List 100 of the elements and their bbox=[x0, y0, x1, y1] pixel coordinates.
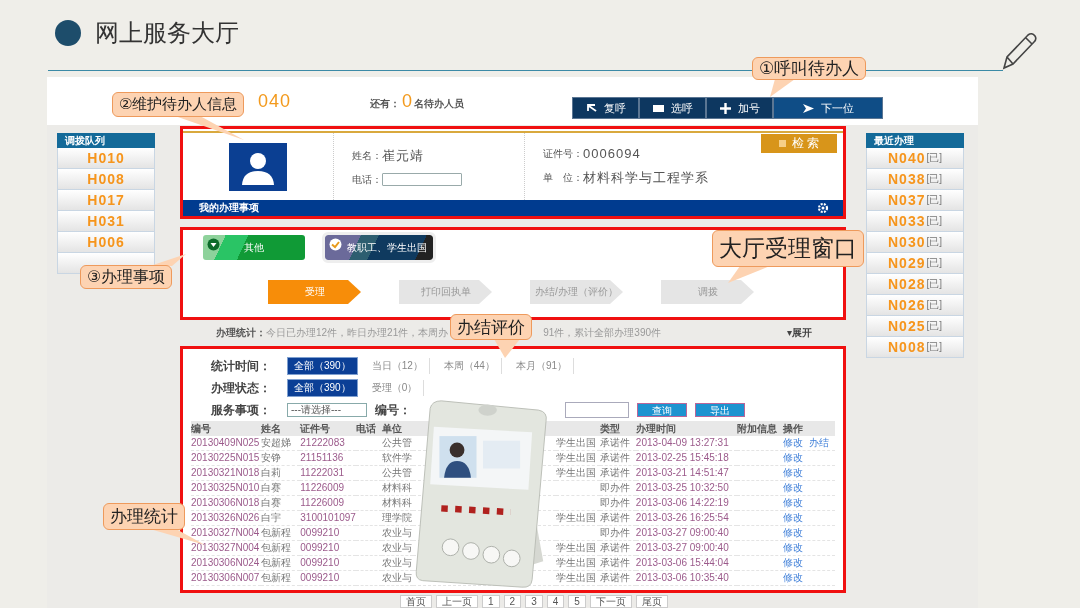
table-cell: 11222031 bbox=[300, 467, 345, 478]
done-tag: [已] bbox=[926, 277, 942, 291]
table-cell: 20130306N018 bbox=[191, 497, 260, 508]
item-code: N025 bbox=[888, 318, 926, 334]
action-link[interactable]: 修改 bbox=[782, 527, 803, 538]
table-cell: 20130321N018 bbox=[191, 467, 260, 478]
done-tag: [已] bbox=[926, 214, 942, 228]
process-step[interactable]: 调拨 bbox=[661, 280, 754, 304]
table-cell: 农业与 bbox=[381, 572, 412, 583]
call-button[interactable]: 选呼 bbox=[639, 97, 706, 119]
action-link[interactable]: 修改 bbox=[782, 512, 803, 523]
action-link[interactable]: 修改 bbox=[782, 452, 803, 463]
phone-field[interactable] bbox=[382, 173, 462, 186]
action-link[interactable]: 修改 bbox=[782, 437, 803, 448]
call-button[interactable]: 加号 bbox=[706, 97, 773, 119]
matter-tile[interactable]: 教职工、学生出国 bbox=[325, 235, 433, 260]
table-cell: 0099210 bbox=[300, 572, 340, 583]
done-tag: [已] bbox=[926, 151, 942, 165]
filter-chip[interactable]: 本月（91） bbox=[509, 358, 575, 374]
table-cell: 20130327N004 bbox=[191, 542, 260, 553]
slide-title: 网上服务大厅 bbox=[95, 17, 239, 48]
action-link[interactable]: 修改 bbox=[782, 482, 803, 493]
table-cell: 承诺件 bbox=[600, 557, 631, 568]
table-cell: 2013-03-25 10:32:50 bbox=[635, 482, 729, 493]
table-cell: 安铮 bbox=[260, 452, 281, 463]
recent-header: 最近办理 bbox=[866, 133, 964, 148]
number-field[interactable] bbox=[565, 402, 629, 418]
table-cell: 20130306N007 bbox=[191, 572, 260, 583]
table-cell: 理学院 bbox=[381, 512, 412, 523]
page-button[interactable]: 上一页 bbox=[436, 595, 478, 608]
column-header: 办理时间 bbox=[635, 422, 676, 434]
summary-text: 今日已办理12件，昨日办理21件，本周办 bbox=[266, 326, 449, 340]
filter-chip[interactable]: 全部（390） bbox=[287, 379, 358, 397]
process-step[interactable]: 受理 bbox=[268, 280, 361, 304]
query-button[interactable]: 查询 bbox=[637, 403, 687, 417]
filter-chip[interactable]: 受理（0） bbox=[365, 380, 425, 396]
table-cell: 公共管 bbox=[381, 437, 412, 448]
table-cell: 材料科 bbox=[381, 482, 412, 493]
item-code: N008 bbox=[888, 339, 926, 355]
table-cell: 学生出国 bbox=[556, 452, 597, 463]
table-cell: 2013-03-06 10:35:40 bbox=[635, 572, 729, 583]
waiting-count: 0 bbox=[402, 90, 412, 112]
search-button[interactable]: 检 索 bbox=[761, 134, 837, 153]
export-button[interactable]: 导出 bbox=[695, 403, 745, 417]
item-code: N038 bbox=[888, 171, 926, 187]
plus-icon bbox=[719, 101, 732, 115]
table-cell: 即办件 bbox=[600, 527, 631, 538]
table-cell: 农业与 bbox=[381, 557, 412, 568]
filter-chip[interactable]: 本周（44） bbox=[437, 358, 502, 374]
page-button[interactable]: 首页 bbox=[400, 595, 432, 608]
table-cell: 白赛 bbox=[260, 497, 281, 508]
action-link[interactable]: 修改 bbox=[782, 467, 803, 478]
filter-label: 编号： bbox=[375, 401, 411, 419]
table-cell: 2013-02-25 15:45:18 bbox=[635, 452, 729, 463]
settings-icon[interactable] bbox=[817, 202, 829, 214]
page-button[interactable]: 下一页 bbox=[589, 595, 632, 608]
table-cell: 即办件 bbox=[600, 497, 631, 508]
matter-tile[interactable]: 其他 bbox=[203, 235, 305, 260]
page-button[interactable]: 5 bbox=[568, 595, 586, 608]
table-cell: 2013-03-26 16:25:54 bbox=[635, 512, 729, 523]
name-value: 崔元靖 bbox=[382, 146, 424, 165]
table-cell: 软件学 bbox=[381, 452, 412, 463]
table-cell: 学生出国 bbox=[556, 572, 597, 583]
process-step[interactable]: 办结/办理（评价） bbox=[530, 280, 623, 304]
expand-toggle[interactable]: ▾展开 bbox=[786, 326, 812, 340]
table-cell: 承诺件 bbox=[600, 512, 631, 523]
table-cell: 20130225N015 bbox=[191, 452, 260, 463]
action-link[interactable]: 修改 bbox=[782, 557, 803, 568]
page-button[interactable]: 4 bbox=[546, 595, 565, 608]
bullet-dot bbox=[55, 19, 81, 46]
action-link[interactable]: 修改 bbox=[782, 497, 803, 508]
call-button[interactable]: 复呼 bbox=[572, 97, 639, 119]
table-cell: 20130409N025 bbox=[191, 437, 260, 448]
call-button[interactable]: 下一位 bbox=[773, 97, 883, 119]
page-button[interactable]: 2 bbox=[503, 595, 522, 608]
check-icon bbox=[329, 238, 342, 251]
page-button[interactable]: 1 bbox=[482, 595, 500, 608]
done-tag: [已] bbox=[926, 319, 942, 333]
filter-label: 办理状态： bbox=[211, 379, 272, 397]
table-cell: 2013-03-27 09:00:40 bbox=[635, 542, 729, 553]
action-link[interactable]: 办结 bbox=[808, 437, 829, 448]
action-link[interactable]: 修改 bbox=[782, 572, 803, 583]
process-step[interactable]: 打印回执单 bbox=[399, 280, 492, 304]
summary-text: 91件，累计全部办理390件 bbox=[543, 326, 662, 340]
table-cell: 2013-04-09 13:27:31 bbox=[635, 437, 729, 448]
name-label: 姓名： bbox=[352, 148, 382, 161]
column-header: 电话 bbox=[355, 422, 376, 434]
waiting-label: 还有： bbox=[370, 96, 400, 111]
section-title: 我的办理事项 bbox=[199, 201, 259, 215]
service-select[interactable]: ---请选择--- bbox=[287, 403, 367, 417]
filter-chip[interactable]: 全部（390） bbox=[287, 357, 358, 375]
table-cell: 20130325N010 bbox=[191, 482, 260, 493]
id-label: 证件号： bbox=[543, 146, 583, 161]
page-button[interactable]: 3 bbox=[525, 595, 543, 608]
column-header: 单位 bbox=[381, 422, 402, 434]
filter-chip[interactable]: 当日（12） bbox=[365, 358, 430, 374]
table-cell: 3100101097 bbox=[300, 512, 356, 523]
action-link[interactable]: 修改 bbox=[782, 542, 803, 553]
page-button[interactable]: 尾页 bbox=[635, 595, 668, 608]
table-cell: 21222083 bbox=[300, 437, 345, 448]
